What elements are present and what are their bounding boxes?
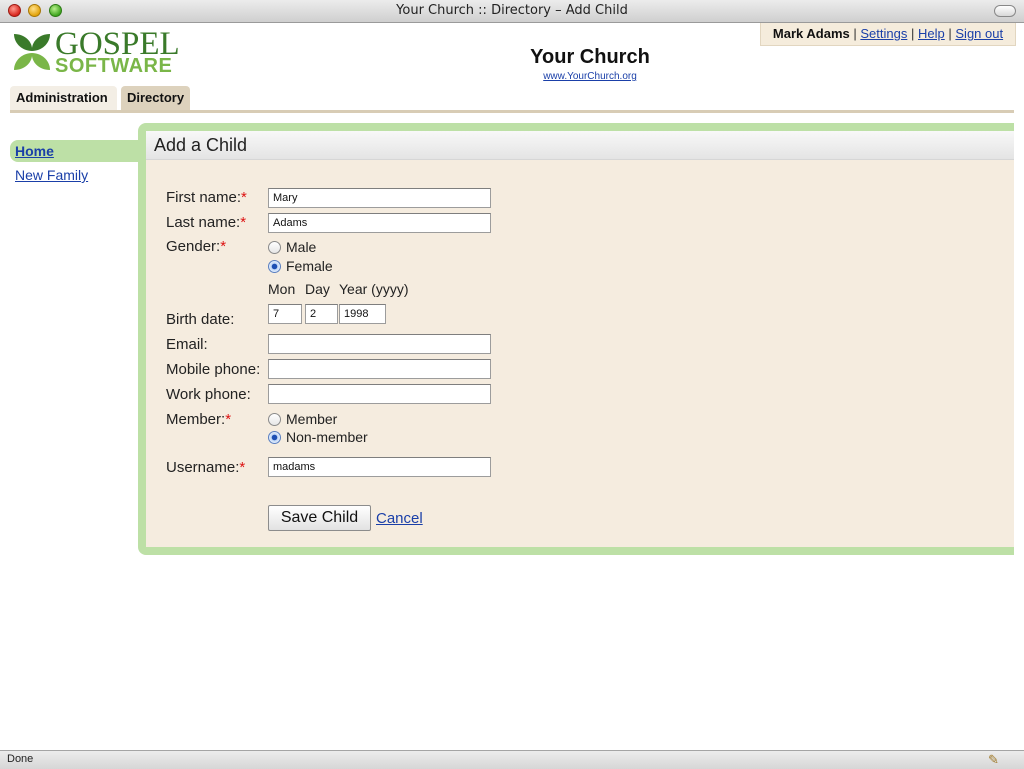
tab-administration[interactable]: Administration [10,86,117,110]
date-header-year: Year (yyyy) [339,281,409,297]
gender-female-label: Female [286,258,333,274]
gender-female-radio[interactable] [268,260,281,273]
user-menu: Mark Adams | Settings | Help | Sign out [760,23,1016,46]
separator: | [948,26,952,41]
status-text: Done [7,753,34,765]
cancel-link[interactable]: Cancel [376,510,423,527]
required-marker: * [239,459,246,476]
user-name: Mark Adams [772,26,850,41]
gender-male-radio[interactable] [268,241,281,254]
last-name-label: Last name:* [166,214,247,231]
gender-male-label: Male [286,239,317,255]
sidebar-item-new-family[interactable]: New Family [15,167,88,183]
required-marker: * [225,411,232,428]
help-link[interactable]: Help [918,26,945,41]
non-member-radio[interactable] [268,431,281,444]
gospel-leaf-icon [14,34,50,70]
sidebar-item-label[interactable]: Home [15,143,54,159]
member-label: Member:* [166,411,232,428]
first-name-field[interactable] [268,188,491,208]
required-marker: * [240,214,247,231]
username-field[interactable] [268,457,491,477]
church-name: Your Church [530,46,650,68]
first-name-label: First name:* [166,189,247,206]
date-header-day: Day [305,281,330,297]
birth-day-field[interactable] [305,304,338,324]
email-label: Email: [166,336,208,353]
window-titlebar: Your Church :: Directory – Add Child [0,0,1024,23]
church-url-link[interactable]: www.YourChurch.org [480,71,700,82]
last-name-field[interactable] [268,213,491,233]
page-title: Add a Child [154,135,248,155]
sign-out-link[interactable]: Sign out [955,26,1003,41]
tab-directory[interactable]: Directory [121,86,190,110]
member-option-label: Member [286,411,338,427]
gender-label: Gender:* [166,238,227,255]
separator: | [853,26,857,41]
member-radio[interactable] [268,413,281,426]
status-bar: Done ✎ [0,750,1024,769]
toolbar-toggle-icon[interactable] [994,5,1016,17]
separator: | [910,26,915,41]
settings-link[interactable]: Settings [860,26,907,41]
save-child-button[interactable]: Save Child [268,505,371,531]
birth-date-label: Birth date: [166,311,235,328]
required-marker: * [241,189,247,206]
edit-pencil-icon[interactable]: ✎ [988,752,999,768]
tab-divider [10,110,1014,113]
date-header-mon: Mon [268,281,296,297]
required-marker: * [220,238,227,255]
email-field[interactable] [268,334,491,354]
birth-year-field[interactable] [339,304,386,324]
logo-text-software: SOFTWARE [55,55,173,77]
work-phone-label: Work phone: [166,386,251,403]
username-label: Username:* [166,459,246,476]
mobile-phone-field[interactable] [268,359,491,379]
window-title: Your Church :: Directory – Add Child [396,3,628,18]
work-phone-field[interactable] [268,384,491,404]
gospel-software-logo[interactable]: GOSPEL SOFTWARE [11,28,180,77]
sidebar-item-home[interactable]: Home [10,140,145,162]
birth-month-field[interactable] [268,304,302,324]
panel-header: Add a Child [146,131,1014,160]
mobile-phone-label: Mobile phone: [166,361,261,378]
non-member-option-label: Non-member [286,429,368,445]
